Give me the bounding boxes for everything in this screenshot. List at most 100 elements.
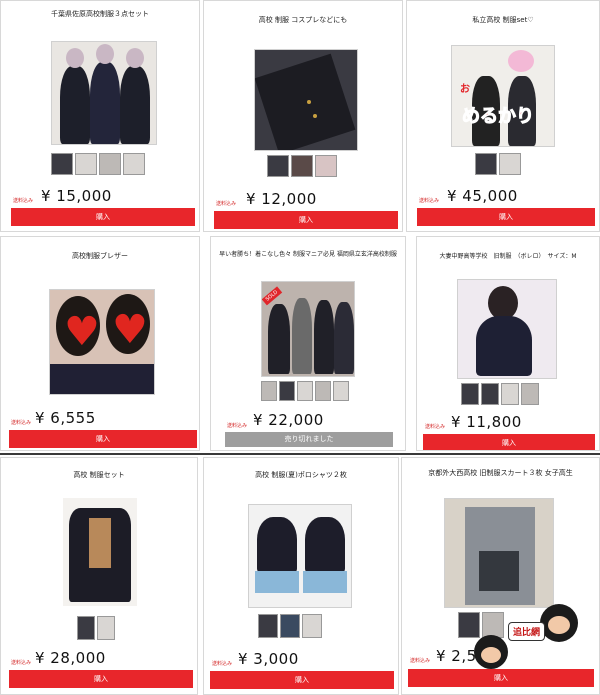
buy-button[interactable]: 購入	[408, 669, 594, 687]
product-photo[interactable]	[248, 504, 352, 608]
thumbnail[interactable]	[258, 614, 278, 638]
product-title: 千葉県佐原高校制服３点セット	[51, 10, 149, 18]
shipping-badge: 送料込み	[410, 658, 431, 664]
uniform-shape	[476, 316, 532, 376]
thumbnail[interactable]	[482, 612, 504, 638]
product-title: 早い者勝ち！着こなし色々 制服マニア必見 福岡県立玄洋高校制服	[219, 251, 397, 258]
overlay-text-small: お	[460, 84, 470, 95]
buy-button[interactable]: 購入	[214, 211, 398, 229]
product-card[interactable]: 高校 制服 コスプレなどにも 送料込み ¥ 12,000 購入	[203, 0, 403, 232]
product-title: 大妻中野高等学校 旧制服 （ボレロ） サイズ：M	[439, 253, 577, 260]
product-photo[interactable]: SOLD	[261, 281, 355, 377]
product-card[interactable]: 高校 制服(夏)ポロシャツ２枚 送料込み ¥ 3,000 購入	[203, 457, 399, 695]
thumbnail[interactable]	[481, 383, 499, 405]
buy-button[interactable]: 購入	[423, 434, 595, 450]
product-photo[interactable]	[51, 41, 157, 145]
thumbnail[interactable]	[75, 153, 97, 175]
product-photo[interactable]: お めるかり	[451, 45, 555, 147]
thumbnail[interactable]	[333, 381, 349, 401]
figure-shape	[90, 62, 120, 144]
shipping-badge: 送料込み	[13, 198, 34, 204]
figure-shape	[292, 298, 312, 374]
thumbnail[interactable]	[97, 616, 115, 640]
thumbnail[interactable]	[297, 381, 313, 401]
product-card[interactable]: 千葉県佐原高校制服３点セット 送料込み ¥ 15,000 購入	[0, 0, 200, 232]
product-title: 高校制服ブレザー	[72, 252, 128, 260]
thumbnail[interactable]	[461, 383, 479, 405]
thumbnail[interactable]	[302, 614, 322, 638]
vest-shape	[89, 518, 111, 568]
price: ¥ 3,000	[238, 650, 299, 668]
thumbnail[interactable]	[51, 153, 73, 175]
product-photo[interactable]	[457, 279, 557, 379]
thumbnail-strip	[461, 383, 539, 405]
thumbnail[interactable]	[315, 155, 337, 177]
thumbnail-strip	[261, 381, 349, 401]
product-card[interactable]: 大妻中野高等学校 旧制服 （ボレロ） サイズ：M 送料込み ¥ 11,800 購…	[416, 236, 600, 451]
product-photo[interactable]	[444, 498, 554, 608]
heart-icon: ♥	[64, 309, 100, 355]
site-logo: 追比網	[508, 622, 546, 641]
price: ¥ 12,000	[246, 190, 317, 208]
skirt-shape	[255, 571, 299, 593]
blazer-shape	[255, 53, 356, 150]
button-dot	[307, 100, 311, 104]
shipping-badge: 送料込み	[11, 420, 32, 426]
product-photo[interactable]	[63, 498, 137, 606]
product-photo[interactable]	[254, 49, 358, 151]
product-photo[interactable]: ♥ ♥	[49, 289, 155, 395]
button-dot	[313, 114, 317, 118]
price: ¥ 45,000	[447, 187, 518, 205]
figure-shape	[120, 66, 150, 144]
thumbnail[interactable]	[77, 616, 95, 640]
buy-button[interactable]: 購入	[9, 670, 193, 688]
thumbnail[interactable]	[475, 153, 497, 175]
thumbnail[interactable]	[501, 383, 519, 405]
thumbnail[interactable]	[499, 153, 521, 175]
blurred-face	[126, 48, 144, 68]
thumbnail[interactable]	[315, 381, 331, 401]
thumbnail-strip	[77, 616, 115, 640]
mascot-face	[481, 647, 501, 663]
product-card[interactable]: 高校 制服セット 送料込み ¥ 28,000 購入	[0, 457, 198, 695]
thumbnail[interactable]	[267, 155, 289, 177]
product-title: 京都外大西高校 旧制服スカート３枚 女子高生	[428, 469, 573, 477]
figure-shape	[60, 66, 90, 144]
sticker-cover	[508, 50, 534, 72]
thumbnail-strip	[475, 153, 521, 175]
buy-button[interactable]: 購入	[11, 208, 195, 226]
thumbnail-strip	[458, 612, 504, 638]
buy-button[interactable]: 購入	[9, 430, 197, 448]
polo-shape	[257, 517, 297, 573]
mascot-head	[474, 635, 508, 669]
product-card[interactable]: 私立高校 制服set♡ お めるかり 送料込み ¥ 45,000 購入	[406, 0, 600, 232]
overlay-text: めるかり	[462, 106, 535, 128]
thumbnail[interactable]	[261, 381, 277, 401]
price: ¥ 6,555	[35, 409, 96, 427]
thumbnail-strip	[267, 155, 337, 177]
product-card[interactable]: 高校制服ブレザー ♥ ♥ 送料込み ¥ 6,555 購入	[0, 236, 200, 451]
thumbnail[interactable]	[280, 614, 300, 638]
thumbnail[interactable]	[458, 612, 480, 638]
thumbnail[interactable]	[99, 153, 121, 175]
blurred-face	[96, 44, 114, 64]
shipping-badge: 送料込み	[216, 201, 237, 207]
thumbnail[interactable]	[123, 153, 145, 175]
mascot-face	[548, 616, 570, 634]
product-card[interactable]: 早い者勝ち！着こなし色々 制服マニア必見 福岡県立玄洋高校制服 SOLD 送料込…	[210, 236, 406, 451]
product-title: 高校 制服セット	[73, 471, 125, 479]
shipping-badge: 送料込み	[419, 198, 440, 204]
buy-button[interactable]: 購入	[417, 208, 595, 226]
skirt-shape	[303, 571, 347, 593]
thumbnail[interactable]	[521, 383, 539, 405]
product-title: 高校 制服 コスプレなどにも	[258, 16, 348, 24]
thumbnail[interactable]	[279, 381, 295, 401]
buy-button[interactable]: 購入	[210, 671, 394, 689]
blurred-face	[66, 48, 84, 68]
figure-shape	[334, 302, 354, 374]
product-title: 高校 制服(夏)ポロシャツ２枚	[255, 471, 347, 479]
thumbnail[interactable]	[291, 155, 313, 177]
product-title: 私立高校 制服set♡	[472, 16, 534, 24]
price: ¥ 11,800	[451, 413, 522, 431]
shipping-badge: 送料込み	[425, 424, 446, 430]
